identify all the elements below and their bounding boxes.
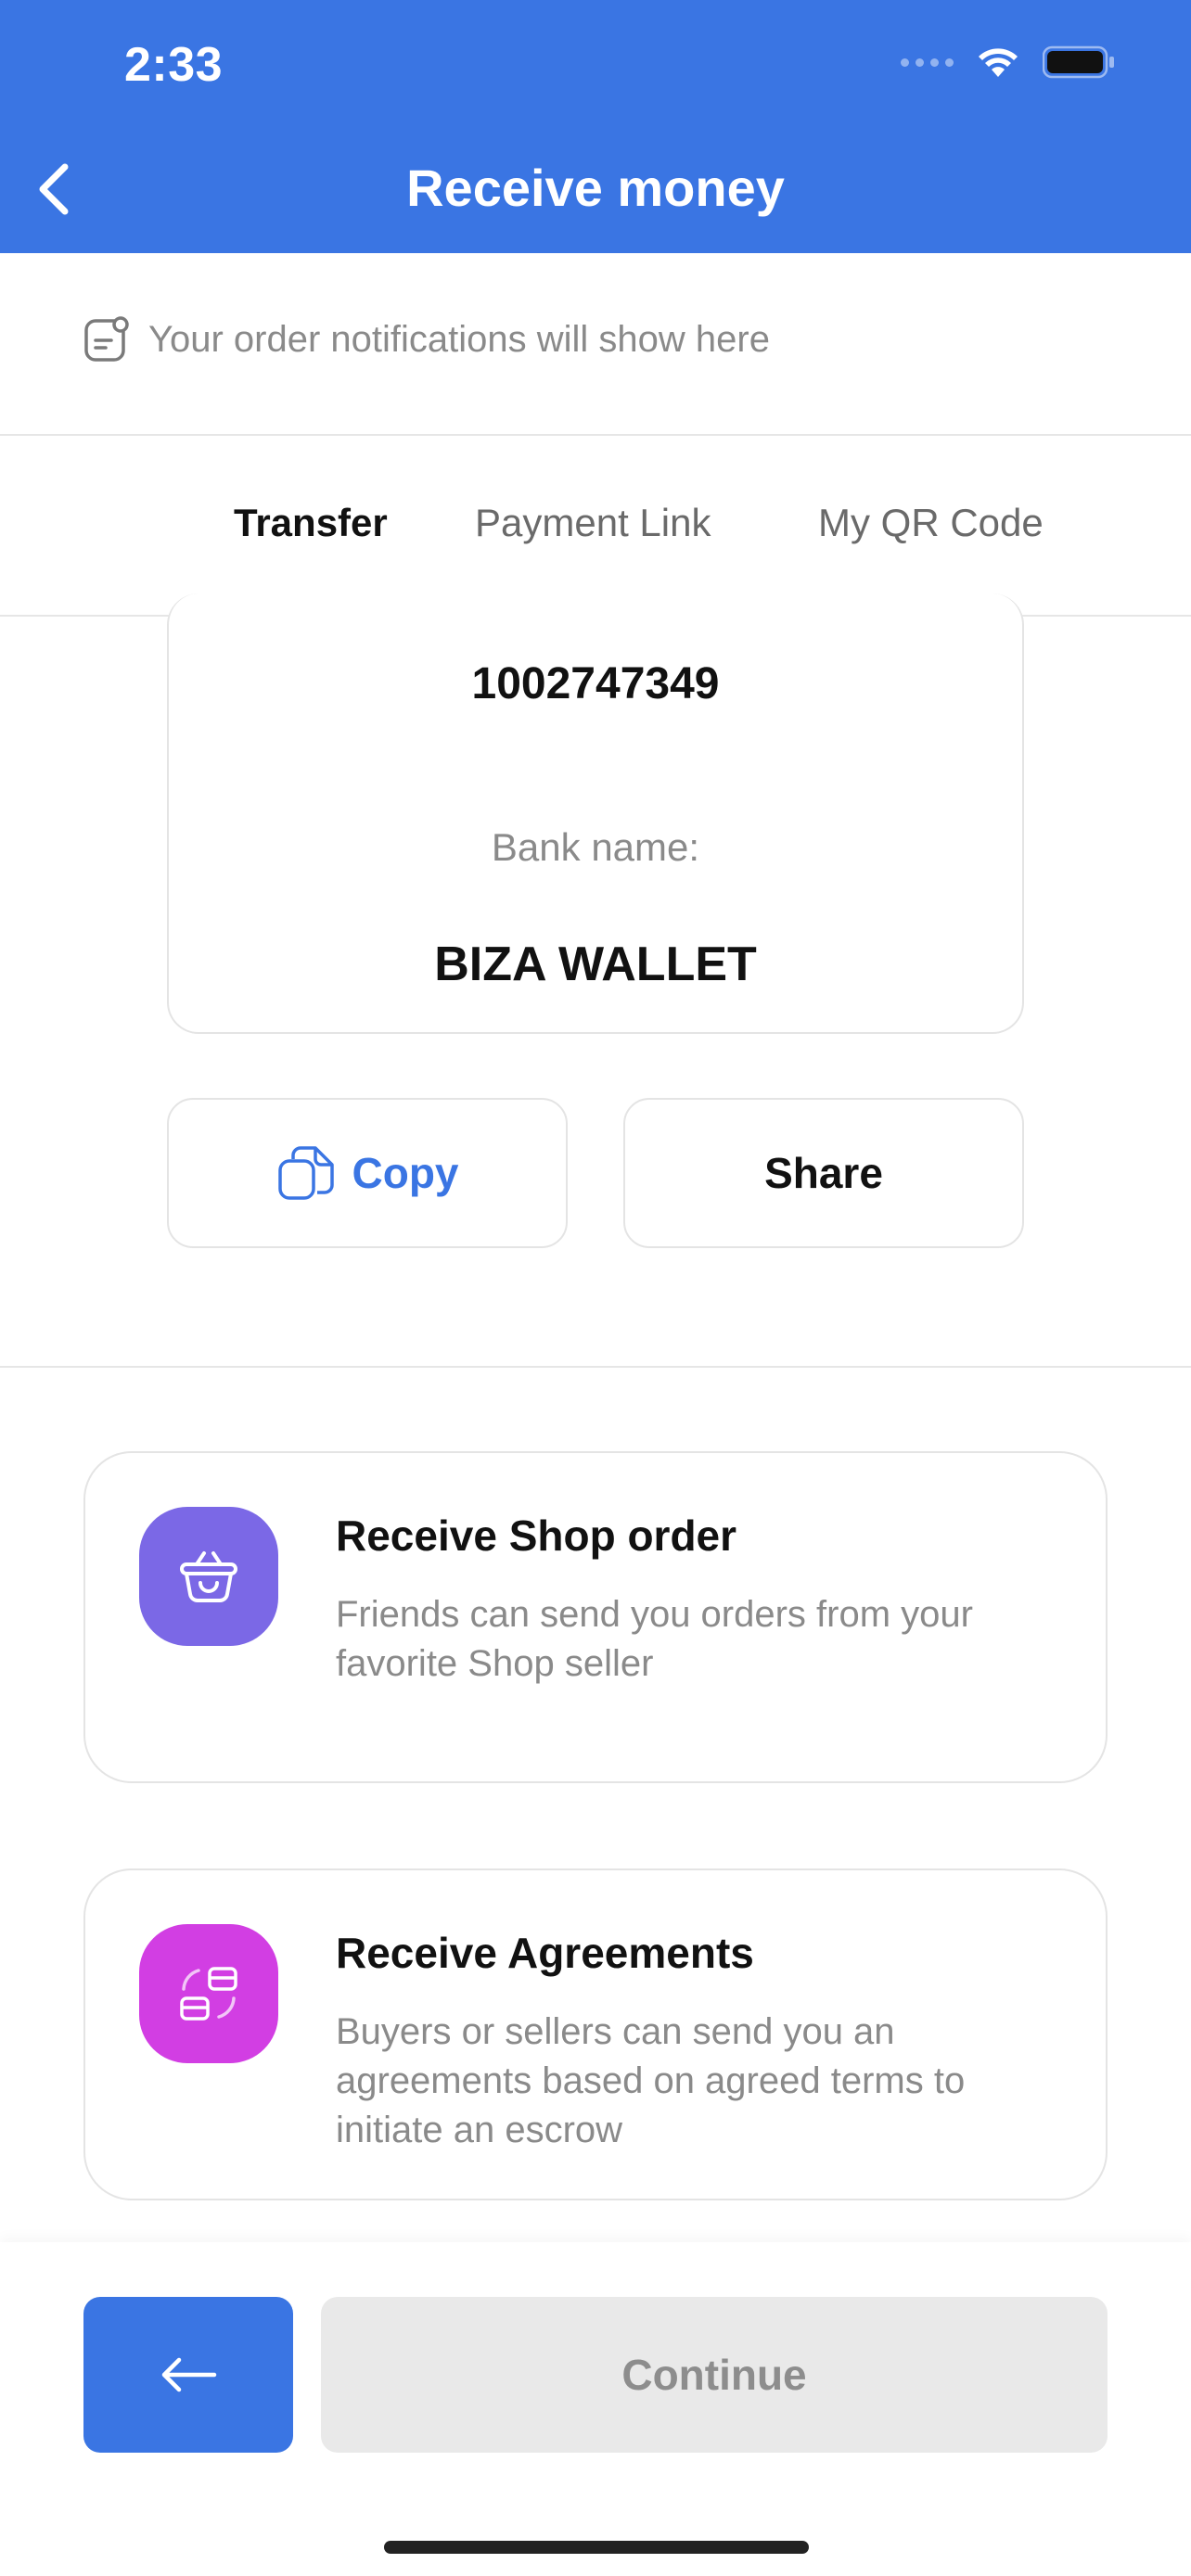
tab-payment-link[interactable]: Payment Link xyxy=(475,501,711,545)
copy-button[interactable]: Copy xyxy=(167,1098,568,1248)
back-button[interactable] xyxy=(83,2297,293,2453)
receive-tabs: Transfer Payment Link My QR Code xyxy=(0,436,1191,617)
feature-title: Receive Agreements xyxy=(336,1929,754,1977)
tab-my-qr-code[interactable]: My QR Code xyxy=(818,501,1044,545)
agreements-icon-tile xyxy=(139,1924,278,2063)
feature-description: Friends can send you orders from your fa… xyxy=(336,1594,973,1684)
home-indicator xyxy=(384,2541,809,2554)
notification-icon xyxy=(84,316,129,362)
wifi-icon xyxy=(979,48,1018,77)
agreement-icon xyxy=(180,1967,237,2021)
account-details-card: 1002747349 Bank name: BIZA WALLET xyxy=(167,593,1024,1034)
bank-name-label: Bank name: xyxy=(491,825,700,869)
status-icons xyxy=(901,45,1115,80)
bank-name-value: BIZA WALLET xyxy=(434,937,757,991)
page-title: Receive money xyxy=(406,159,785,217)
copy-label: Copy xyxy=(352,1149,459,1197)
receive-shop-order-card[interactable]: Receive Shop order Friends can send you … xyxy=(83,1451,1108,1783)
shop-order-icon-tile xyxy=(139,1507,278,1646)
basket-icon xyxy=(180,1551,237,1603)
bottom-action-bar: Continue xyxy=(0,2242,1191,2576)
arrow-left-icon xyxy=(161,2357,217,2392)
copy-icon xyxy=(277,1146,334,1200)
feature-title: Receive Shop order xyxy=(336,1511,737,1560)
cellular-signal-icon xyxy=(901,57,954,67)
app-header: 2:33 Receive money xyxy=(0,0,1191,253)
feature-description: Buyers or sellers can send you an agreem… xyxy=(336,2011,966,2150)
share-label: Share xyxy=(764,1149,883,1197)
order-notifications-bar[interactable]: Your order notifications will show here xyxy=(0,253,1191,436)
section-divider xyxy=(0,1366,1191,1368)
account-number: 1002747349 xyxy=(471,659,720,708)
status-time: 2:33 xyxy=(124,38,224,92)
tab-transfer[interactable]: Transfer xyxy=(234,501,388,545)
receive-agreements-card[interactable]: Receive Agreements Buyers or sellers can… xyxy=(83,1868,1108,2200)
notification-text: Your order notifications will show here xyxy=(148,318,770,360)
share-button[interactable]: Share xyxy=(623,1098,1024,1248)
battery-icon xyxy=(1043,45,1114,79)
continue-button[interactable]: Continue xyxy=(321,2297,1108,2453)
receive-money-screen: 2:33 Receive money Your order notificati… xyxy=(0,0,1191,2576)
